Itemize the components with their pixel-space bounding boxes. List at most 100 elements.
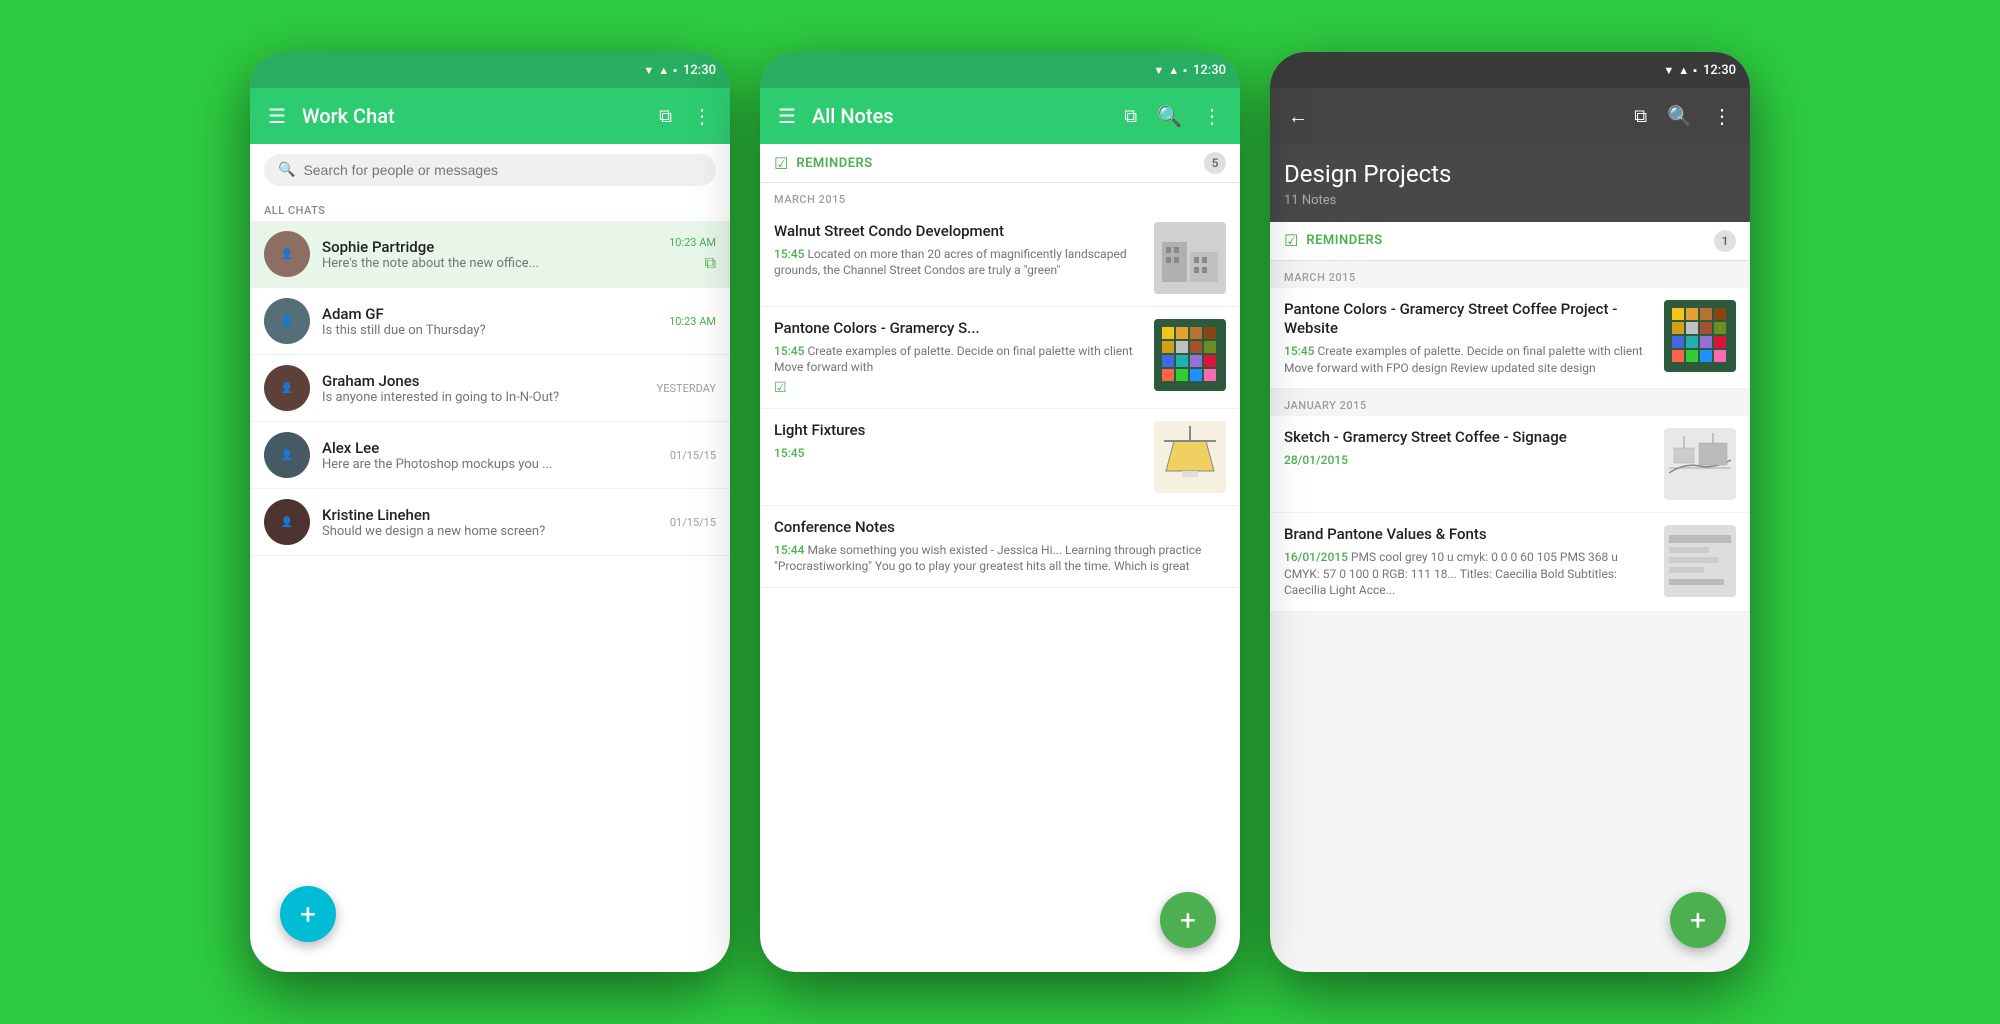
note-pantone-2[interactable]: Pantone Colors - Gramercy S... 15:45 Cre… — [760, 307, 1240, 409]
note-walnut[interactable]: Walnut Street Condo Development 15:45 Lo… — [760, 210, 1240, 307]
avatar-adam: 👤 — [264, 298, 310, 344]
note-title-walnut: Walnut Street Condo Development — [774, 222, 1144, 242]
chat-meta-kristine: 01/15/15 — [670, 516, 716, 529]
chat-info-graham: Graham Jones Is anyone interested in goi… — [322, 372, 645, 405]
status-time-3: 12:30 — [1703, 63, 1736, 78]
menu-icon[interactable]: ☰ — [264, 100, 290, 132]
back-icon[interactable]: ← — [1284, 100, 1312, 133]
chat-info-kristine: Kristine Linehen Should we design a new … — [322, 506, 658, 539]
search-input[interactable] — [303, 162, 702, 178]
note-text-brand-3: Brand Pantone Values & Fonts 16/01/2015 … — [1284, 525, 1654, 599]
reminders-badge-3: 1 — [1714, 230, 1736, 252]
note-title-pantone-3: Pantone Colors - Gramercy Street Coffee … — [1284, 300, 1654, 339]
note-text-fixtures: Light Fixtures 15:45 — [774, 421, 1144, 461]
status-bar-3: ▼ ▲ ▪ 12:30 — [1270, 52, 1750, 88]
note-title-sketch-3: Sketch - Gramercy Street Coffee - Signag… — [1284, 428, 1654, 448]
network-icon-3: ▲ — [1678, 64, 1689, 77]
note-text-conference: Conference Notes 15:44 Make something yo… — [774, 518, 1226, 575]
battery-icon: ▪ — [673, 64, 677, 77]
chat-preview-adam: Is this still due on Thursday? — [322, 323, 657, 338]
chat-name-alex: Alex Lee — [322, 439, 658, 457]
signal-icon-3: ▼ — [1663, 64, 1674, 77]
search-bar: 🔍 — [264, 154, 716, 186]
chat-name-adam: Adam GF — [322, 305, 657, 323]
chat-item-adam[interactable]: 👤 Adam GF Is this still due on Thursday?… — [250, 288, 730, 355]
note-body-conference: Make something you wish existed - Jessic… — [774, 543, 1201, 574]
network-icon-2: ▲ — [1168, 64, 1179, 77]
chat-name-sophie: Sophie Partridge — [322, 238, 657, 256]
notes-content: ☑ REMINDERS 5 MARCH 2015 Walnut Street C… — [760, 144, 1240, 972]
status-time-2: 12:30 — [1193, 63, 1226, 78]
evernote-icon-2[interactable]: ⧉ — [1120, 102, 1141, 131]
note-time-conference: 15:44 — [774, 543, 804, 557]
note-title-brand-3: Brand Pantone Values & Fonts — [1284, 525, 1654, 545]
detail-fab[interactable]: + — [1670, 892, 1726, 948]
month-march-3: MARCH 2015 — [1270, 261, 1750, 288]
search-icon-3[interactable]: 🔍 — [1663, 100, 1696, 132]
status-icons-3: ▼ ▲ ▪ — [1663, 64, 1697, 77]
chat-list: 👤 Sophie Partridge Here's the note about… — [250, 221, 730, 556]
status-bar-2: ▼ ▲ ▪ 12:30 — [760, 52, 1240, 88]
chat-preview-kristine: Should we design a new home screen? — [322, 524, 658, 539]
note-fixtures[interactable]: Light Fixtures 15:45 — [760, 409, 1240, 506]
note-preview-walnut: 15:45 Located on more than 20 acres of m… — [774, 246, 1144, 280]
note-body-pantone-2: Create examples of palette. Decide on fi… — [774, 344, 1133, 375]
note-preview-pantone-2: 15:45 Create examples of palette. Decide… — [774, 343, 1144, 377]
note-brand-3[interactable]: Brand Pantone Values & Fonts 16/01/2015 … — [1270, 513, 1750, 612]
reminder-icon-3: ☑ — [1284, 231, 1298, 250]
chat-info-alex: Alex Lee Here are the Photoshop mockups … — [322, 439, 658, 472]
chat-time-sophie: 10:23 AM — [669, 236, 716, 249]
plus-icon-notes: + — [1180, 904, 1196, 937]
chat-item-graham[interactable]: 👤 Graham Jones Is anyone interested in g… — [250, 355, 730, 422]
note-text-walnut: Walnut Street Condo Development 15:45 Lo… — [774, 222, 1144, 279]
chat-preview-alex: Here are the Photoshop mockups you ... — [322, 457, 658, 472]
overflow-icon-3[interactable]: ⋮ — [1708, 100, 1736, 132]
chat-time-graham: YESTERDAY — [657, 382, 716, 395]
note-thumb-sketch-3 — [1664, 428, 1736, 500]
chat-item-kristine[interactable]: 👤 Kristine Linehen Should we design a ne… — [250, 489, 730, 556]
search-icon-2[interactable]: 🔍 — [1153, 100, 1186, 132]
note-thumb-brand-3 — [1664, 525, 1736, 597]
menu-icon-2[interactable]: ☰ — [774, 100, 800, 132]
notes-fab[interactable]: + — [1160, 892, 1216, 948]
note-text-pantone-3: Pantone Colors - Gramercy Street Coffee … — [1284, 300, 1654, 377]
note-preview-conference: 15:44 Make something you wish existed - … — [774, 542, 1226, 576]
battery-icon-2: ▪ — [1183, 64, 1187, 77]
detail-title: Design Projects — [1284, 160, 1736, 189]
chat-meta-adam: 10:23 AM — [669, 315, 716, 328]
chat-meta-sophie: 10:23 AM ⧉ — [669, 236, 716, 273]
chat-item-sophie[interactable]: 👤 Sophie Partridge Here's the note about… — [250, 221, 730, 288]
avatar-graham: 👤 — [264, 365, 310, 411]
evernote-icon[interactable]: ⧉ — [655, 102, 676, 131]
avatar-alex: 👤 — [264, 432, 310, 478]
plus-icon: + — [300, 898, 316, 931]
signal-icon: ▼ — [643, 64, 654, 77]
phone-2: ▼ ▲ ▪ 12:30 ☰ All Notes ⧉ 🔍 ⋮ ☑ REMINDER… — [760, 52, 1240, 972]
note-pantone-3[interactable]: Pantone Colors - Gramercy Street Coffee … — [1270, 288, 1750, 390]
overflow-icon[interactable]: ⋮ — [688, 100, 716, 132]
detail-subtitle: 11 Notes — [1284, 193, 1736, 208]
note-preview-brand-3: 16/01/2015 PMS cool grey 10 u cmyk: 0 0 … — [1284, 549, 1654, 599]
status-time-1: 12:30 — [683, 63, 716, 78]
reminders-section-3[interactable]: ☑ REMINDERS 1 — [1270, 222, 1750, 261]
chat-item-alex[interactable]: 👤 Alex Lee Here are the Photoshop mockup… — [250, 422, 730, 489]
avatar-kristine: 👤 — [264, 499, 310, 545]
note-text-sketch-3: Sketch - Gramercy Street Coffee - Signag… — [1284, 428, 1654, 468]
new-chat-fab[interactable]: + — [280, 886, 336, 942]
note-time-walnut: 15:45 — [774, 247, 804, 261]
note-title-pantone-2: Pantone Colors - Gramercy S... — [774, 319, 1144, 339]
chat-info-adam: Adam GF Is this still due on Thursday? — [322, 305, 657, 338]
note-text-walnut-body: Located on more than 20 acres of magnifi… — [774, 247, 1127, 278]
chat-time-adam: 10:23 AM — [669, 315, 716, 328]
note-time-pantone-2: 15:45 — [774, 344, 804, 358]
overflow-icon-2[interactable]: ⋮ — [1198, 100, 1226, 132]
evernote-icon-3[interactable]: ⧉ — [1630, 102, 1651, 131]
note-sketch-3[interactable]: Sketch - Gramercy Street Coffee - Signag… — [1270, 416, 1750, 513]
note-time-pantone-3: 15:45 — [1284, 344, 1314, 358]
reminders-label-2: REMINDERS — [796, 156, 1196, 171]
chat-preview-graham: Is anyone interested in going to In-N-Ou… — [322, 390, 645, 405]
note-conference[interactable]: Conference Notes 15:44 Make something yo… — [760, 506, 1240, 588]
month-jan-3: JANUARY 2015 — [1270, 389, 1750, 416]
reminders-section-2[interactable]: ☑ REMINDERS 5 — [760, 144, 1240, 183]
chat-info-sophie: Sophie Partridge Here's the note about t… — [322, 238, 657, 271]
